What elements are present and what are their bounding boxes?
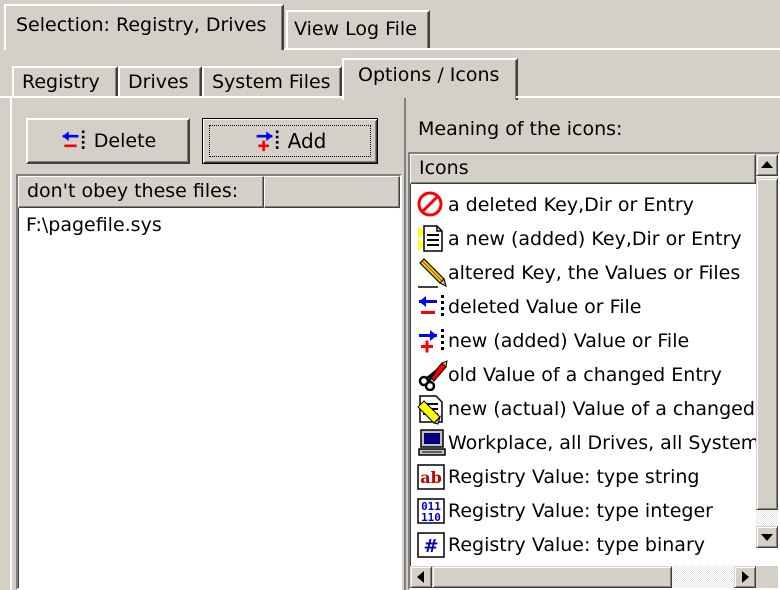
list-item[interactable]: 011 110 Registry Value: type integer <box>416 494 713 528</box>
icons-list-header[interactable]: Icons <box>410 154 756 184</box>
string-value-icon: ab <box>417 464 445 490</box>
add-button[interactable]: Add <box>202 118 378 164</box>
arrow-right-icon <box>742 571 749 583</box>
list-item[interactable]: ab Registry Value: type string <box>416 460 699 494</box>
top-tab-strip: Selection: Registry, Drives View Log Fil… <box>0 0 780 52</box>
vertical-scrollbar[interactable] <box>756 154 778 566</box>
tab-baseline-right <box>516 96 780 98</box>
new-value-icon <box>419 329 444 353</box>
arrow-left-icon <box>417 571 424 583</box>
tab-label: Drives <box>128 71 189 93</box>
integer-value-icon: 011 110 <box>417 498 445 524</box>
list-item-label: new (actual) Value of a changed Entry <box>448 398 756 420</box>
tab-label: Registry <box>22 71 100 93</box>
icons-caption: Meaning of the icons: <box>418 118 622 140</box>
icons-legend-list[interactable]: Icons a deleted Key,Dir or Entry a new (… <box>408 152 780 590</box>
scroll-down-button[interactable] <box>756 526 778 548</box>
list-item-label: Workplace, all Drives, all System Files <box>448 432 756 454</box>
list-item-label: new (added) Value or File <box>448 330 690 352</box>
scroll-right-button[interactable] <box>734 566 756 588</box>
binary-value-icon: # <box>417 532 445 558</box>
exclude-list-header[interactable]: don't obey these files: <box>18 176 264 208</box>
horizontal-scrollbar[interactable] <box>410 566 756 588</box>
list-item-label: Registry Value: type string <box>448 466 700 488</box>
list-item[interactable]: new (added) Value or File <box>416 324 689 358</box>
list-item[interactable]: F:\pagefile.sys <box>26 214 162 236</box>
tab-label: View Log File <box>294 18 417 40</box>
tab-options-icons[interactable]: Options / Icons <box>342 58 518 100</box>
svg-text:#: # <box>423 536 438 557</box>
list-item[interactable]: a deleted Key,Dir or Entry <box>416 188 694 222</box>
scissors-pen-icon <box>418 360 448 391</box>
tab-label: Options / Icons <box>358 64 500 86</box>
list-item[interactable]: old Value of a changed Entry <box>416 358 722 392</box>
list-item-label: Registry Value: type binary <box>448 534 706 556</box>
scroll-up-button[interactable] <box>756 154 778 176</box>
list-item-label: Registry Value: type integer <box>448 500 713 522</box>
scroll-left-button[interactable] <box>410 566 432 588</box>
list-item[interactable]: a new (added) Key,Dir or Entry <box>416 222 742 256</box>
new-document-icon <box>418 225 443 252</box>
horizontal-scroll-thumb[interactable] <box>432 566 672 588</box>
list-item-label: F:\pagefile.sys <box>26 214 162 236</box>
scrollbar-corner <box>756 566 778 588</box>
icons-list-header-label: Icons <box>419 157 469 179</box>
tab-drives[interactable]: Drives <box>118 66 202 98</box>
list-item-label: a new (added) Key,Dir or Entry <box>448 228 742 250</box>
delete-button-label: Delete <box>93 130 157 152</box>
tab-label: Selection: Registry, Drives <box>16 14 267 36</box>
arrow-down-icon <box>761 534 773 541</box>
list-item-label: a deleted Key,Dir or Entry <box>448 194 694 216</box>
exclude-list-header-label: don't obey these files: <box>27 180 239 202</box>
list-item-label: deleted Value or File <box>448 296 642 318</box>
exclude-files-list[interactable]: don't obey these files: F:\pagefile.sys <box>16 174 402 590</box>
list-item[interactable]: Workplace, all Drives, all System Files <box>416 426 756 460</box>
focus-rectangle <box>209 125 371 157</box>
computer-icon <box>418 429 446 456</box>
arrow-up-icon <box>761 161 773 168</box>
deleted-value-icon <box>419 295 444 316</box>
icons-list-body: a deleted Key,Dir or Entry a new (added)… <box>410 184 756 578</box>
vertical-scroll-thumb[interactable] <box>756 178 778 510</box>
deleted-value-icon <box>62 130 85 149</box>
list-item[interactable]: # Registry Value: type binary <box>416 528 705 562</box>
exclude-list-header-filler <box>264 176 400 208</box>
list-item[interactable]: new (actual) Value of a changed Entry <box>416 392 756 426</box>
pencil-icon <box>418 258 447 288</box>
list-item-label: old Value of a changed Entry <box>448 364 722 386</box>
tab-baseline <box>284 48 780 50</box>
no-entry-icon <box>417 191 443 217</box>
svg-text:ab: ab <box>420 468 442 487</box>
changed-document-icon <box>417 395 443 425</box>
list-item[interactable]: deleted Value or File <box>416 290 641 324</box>
tab-registry[interactable]: Registry <box>12 66 118 98</box>
list-item[interactable]: altered Key, the Values or Files <box>416 256 740 290</box>
tab-label: System Files <box>212 71 331 93</box>
delete-button[interactable]: Delete <box>26 118 190 164</box>
tab-view-log-file[interactable]: View Log File <box>286 10 430 48</box>
svg-text:110: 110 <box>421 511 441 524</box>
list-item-label: altered Key, the Values or Files <box>448 262 741 284</box>
tab-system-files[interactable]: System Files <box>202 66 342 98</box>
tab-selection-registry-drives[interactable]: Selection: Registry, Drives <box>4 4 284 50</box>
icons-caption-label: Meaning of the icons: <box>418 118 623 140</box>
sub-tab-strip: Registry Drives System Files Options / I… <box>0 52 780 100</box>
